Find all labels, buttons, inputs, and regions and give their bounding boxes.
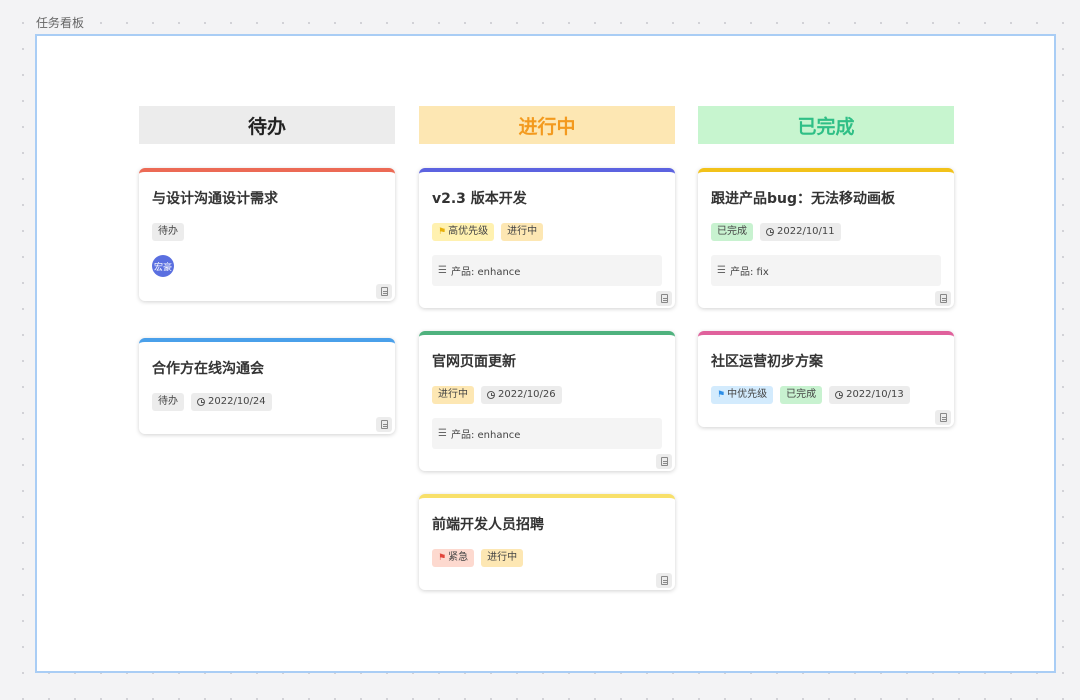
date-tag: 2022/10/11 [760,223,841,241]
card-title: 合作方在线沟通会 [152,361,264,377]
document-icon[interactable] [376,417,392,432]
date-text: 2022/10/11 [777,226,835,237]
card-title: 与设计沟通设计需求 [152,191,278,207]
product-info: ☰ 产品: enhance [432,418,662,449]
document-icon[interactable] [935,291,951,306]
column-done: 已完成 跟进产品bug：无法移动画板 已完成 2022/10/11 ☰ 产品: … [698,106,954,427]
lines-icon: ☰ [717,265,726,276]
card-title: 跟进产品bug：无法移动画板 [711,191,896,207]
status-tag: 待办 [152,223,184,241]
card-title: 前端开发人员招聘 [432,517,544,533]
document-icon[interactable] [376,284,392,299]
priority-text: 紧急 [448,552,469,563]
tag-row: ⚑ 紧急 进行中 [432,549,662,567]
lines-icon: ☰ [438,265,447,276]
task-card[interactable]: 社区运营初步方案 ⚑ 中优先级 已完成 2022/10/13 [698,331,954,427]
column-header-todo: 待办 [139,106,395,144]
tag-row: 已完成 2022/10/11 [711,223,941,241]
task-card[interactable]: 官网页面更新 进行中 2022/10/26 ☰ 产品: enhance [419,331,675,471]
task-card[interactable]: v2.3 版本开发 ⚑ 高优先级 进行中 ☰ 产品: enhance [419,168,675,308]
clock-icon [197,398,205,406]
status-tag: 已完成 [780,386,823,404]
kanban-board: 待办 与设计沟通设计需求 待办 宏豪 合作方在线沟通会 待办 2022/10/2… [35,34,1056,673]
clock-icon [487,391,495,399]
date-tag: 2022/10/24 [191,393,272,411]
tag-row: ⚑ 中优先级 已完成 2022/10/13 [711,386,941,404]
document-icon[interactable] [656,573,672,588]
column-in-progress: 进行中 v2.3 版本开发 ⚑ 高优先级 进行中 ☰ 产品: enhance 官网… [419,106,675,590]
column-todo: 待办 与设计沟通设计需求 待办 宏豪 合作方在线沟通会 待办 2022/10/2… [139,106,395,434]
date-text: 2022/10/13 [846,389,904,400]
card-title: v2.3 版本开发 [432,191,527,207]
card-title: 官网页面更新 [432,354,516,370]
tag-row: 待办 [152,223,382,241]
frame-label: 任务看板 [36,16,85,30]
task-card[interactable]: 与设计沟通设计需求 待办 宏豪 [139,168,395,301]
tag-row: 进行中 2022/10/26 [432,386,662,404]
date-tag: 2022/10/26 [481,386,562,404]
document-icon[interactable] [656,454,672,469]
priority-tag: ⚑ 紧急 [432,549,475,567]
priority-tag: ⚑ 高优先级 [432,223,495,241]
clock-icon [835,391,844,399]
priority-text: 高优先级 [448,226,489,237]
tag-row: ⚑ 高优先级 进行中 [432,223,662,241]
document-icon[interactable] [935,410,951,425]
product-text: 产品: enhance [450,430,521,441]
document-icon[interactable] [656,291,672,306]
lines-icon: ☰ [438,428,447,439]
flag-icon: ⚑ [717,390,726,400]
flag-icon: ⚑ [438,553,447,563]
status-tag: 待办 [152,393,184,411]
status-tag: 进行中 [481,549,524,567]
avatar[interactable]: 宏豪 [152,255,174,277]
task-card[interactable]: 前端开发人员招聘 ⚑ 紧急 进行中 [419,494,675,590]
date-text: 2022/10/26 [498,389,556,400]
task-card[interactable]: 跟进产品bug：无法移动画板 已完成 2022/10/11 ☰ 产品: fix [698,168,954,308]
tag-row: 待办 2022/10/24 [152,393,382,411]
status-tag: 已完成 [711,223,753,241]
product-info: ☰ 产品: enhance [432,255,662,286]
priority-text: 中优先级 [727,389,768,400]
status-tag: 进行中 [501,223,544,241]
status-tag: 进行中 [432,386,474,404]
column-header-done: 已完成 [698,106,954,144]
product-text: 产品: enhance [450,267,521,278]
date-text: 2022/10/24 [208,396,266,407]
flag-icon: ⚑ [438,227,447,237]
priority-tag: ⚑ 中优先级 [711,386,774,404]
column-header-in-progress: 进行中 [419,106,675,144]
task-card[interactable]: 合作方在线沟通会 待办 2022/10/24 [139,338,395,434]
date-tag: 2022/10/13 [829,386,910,404]
card-title: 社区运营初步方案 [711,354,823,370]
clock-icon [766,228,774,236]
product-text: 产品: fix [729,267,769,278]
product-info: ☰ 产品: fix [711,255,941,286]
